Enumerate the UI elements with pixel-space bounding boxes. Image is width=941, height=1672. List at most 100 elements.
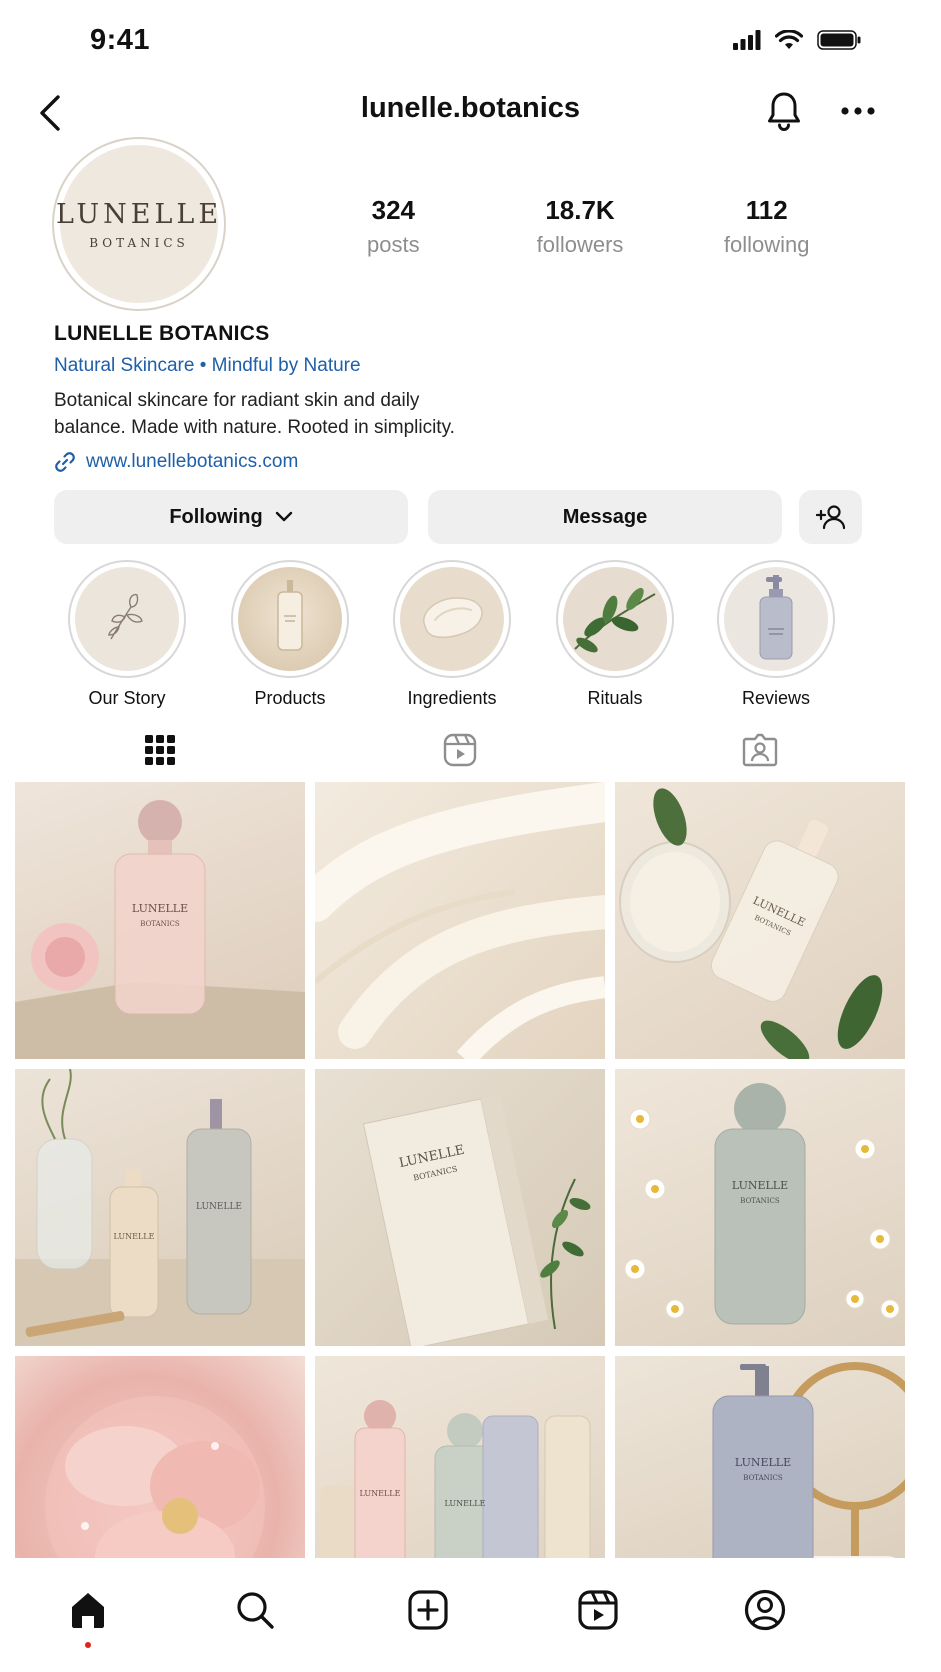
following-label: Following [169,505,263,528]
search-tab[interactable] [225,1580,285,1640]
profile-tab[interactable] [735,1580,795,1640]
highlight-ingredients[interactable]: Ingredients [387,560,517,709]
stat-followers[interactable]: 18.7K followers [487,195,674,258]
post-tile[interactable] [15,1356,305,1558]
tab-reels[interactable] [420,725,500,775]
reels-icon [578,1590,618,1630]
bell-icon [768,92,800,131]
suggested-accounts-button[interactable] [799,490,862,544]
highlight-cover [238,567,342,671]
stat-value: 18.7K [545,195,615,225]
home-tab[interactable] [58,1580,118,1640]
bottle-brand-text: LUNELLE [132,902,188,915]
cream-swatch-icon [423,597,483,638]
profile-bio: LUNELLE BOTANICS Natural Skincare • Mind… [54,322,614,473]
highlight-label: Reviews [741,688,811,708]
post-tile[interactable]: LUNELLE BOTANICS [615,1069,905,1346]
search-icon [237,1592,274,1629]
post-tile[interactable]: LUNELLE BOTANICS [15,782,305,1059]
bottle-brand-text: LUNELLE [114,1232,155,1241]
post-tile[interactable]: LUNELLE LUNELLE [15,1069,305,1346]
tab-tagged[interactable] [720,725,800,775]
bio-line: balance. Made with nature. Rooted in sim… [54,417,455,438]
reels-icon [443,733,477,767]
highlight-label: Our Story [88,688,166,708]
highlight-label: Products [254,688,326,708]
message-button[interactable]: Message [428,490,782,544]
link-icon [55,452,75,472]
profile-actions: Following Message [54,490,864,544]
logo-sub-text: BOTANICS [89,235,189,250]
tab-posts-grid[interactable] [120,725,200,775]
display-name: LUNELLE BOTANICS [54,322,270,345]
create-post-tab[interactable] [398,1580,458,1640]
bottle-sub-text: BOTANICS [140,920,180,928]
highlight-our-story[interactable]: Our Story [62,560,192,709]
notification-dot [85,1642,91,1648]
cellular-signal-icon [733,30,761,50]
highlight-cover [400,567,504,671]
highlight-cover [563,567,667,671]
bottle-brand-text: LUNELLE [732,1179,788,1192]
bottle-sub-text: BOTANICS [740,1197,780,1205]
stat-posts[interactable]: 324 posts [300,195,487,258]
website-link[interactable]: www.lunellebotanics.com [54,451,614,473]
highlight-ring [556,560,674,678]
wifi-icon [775,30,803,49]
add-person-icon [815,505,845,530]
profile-stats: 324 posts 18.7K followers 112 following [300,195,860,258]
website-link-text: www.lunellebotanics.com [86,451,299,472]
bottle-brand-text: LUNELLE [735,1456,791,1469]
more-options-button[interactable] [836,88,880,134]
highlight-ring [68,560,186,678]
reels-tab[interactable] [568,1580,628,1640]
highlight-ring [393,560,511,678]
post-image: LUNELLE BOTANICS [15,800,305,1059]
following-button[interactable]: Following [54,490,408,544]
post-tile[interactable]: LUNELLE BOTANICS [315,1069,605,1346]
stat-label: posts [367,232,420,257]
post-tile[interactable]: LUNELLE BOTANICS [615,1356,905,1558]
bottle-brand-text: LUNELLE [360,1489,401,1498]
post-image: LUNELLE LUNELLE [15,1069,305,1346]
post-image: LUNELLE BOTANICS [362,1094,591,1346]
post-image [45,1396,265,1558]
post-image: LUNELLE BOTANICS [624,1083,900,1325]
brand-logo: LUNELLE BOTANICS [56,145,218,303]
green-leaves-icon [574,587,656,653]
highlight-reviews[interactable]: Reviews [711,560,841,709]
stat-value: 324 [371,195,416,225]
bottle-image-icon [277,580,303,651]
post-tile[interactable]: LUNELLE LUNELLE [315,1356,605,1558]
posts-grid: LUNELLE BOTANICS LUNELLE BOTANICS LUNELL… [15,782,905,1558]
pump-bottle-icon [759,575,793,660]
post-tile[interactable] [315,782,605,1059]
profile-icon [744,1589,786,1631]
logo-brand-text: LUNELLE [55,198,223,230]
bio-text: Botanical skincare for radiant skin and … [54,387,614,441]
stat-label: followers [536,232,624,257]
more-horizontal-icon [841,107,875,115]
highlight-cover [75,567,179,671]
leaf-icon [108,593,143,640]
post-image: LUNELLE LUNELLE [320,1400,591,1558]
battery-icon [817,30,861,50]
status-icons [733,30,861,50]
profile-avatar[interactable]: LUNELLE BOTANICS [52,137,226,311]
post-image: LUNELLE BOTANICS [712,1362,905,1558]
bio-line: Botanical skincare for radiant skin and … [54,390,420,411]
bottle-sub-text: BOTANICS [743,1474,783,1482]
profile-category: Natural Skincare • Mindful by Nature [54,355,361,376]
stat-following[interactable]: 112 following [673,195,860,258]
highlight-rituals[interactable]: Rituals [550,560,680,709]
profile-content-tabs [0,725,941,781]
status-bar: 9:41 [0,0,941,80]
highlight-cover [724,567,828,671]
status-time: 9:41 [90,24,151,56]
notifications-button[interactable] [762,86,806,136]
home-icon [72,1593,104,1628]
post-tile[interactable]: LUNELLE BOTANICS [615,782,905,1059]
plus-square-icon [408,1590,448,1630]
highlight-products[interactable]: Products [225,560,355,709]
bottle-brand-text: LUNELLE [196,1202,242,1212]
